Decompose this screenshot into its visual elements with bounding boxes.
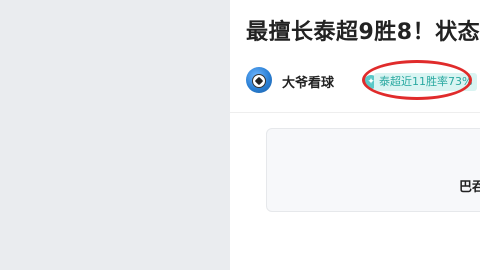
left-empty-pane bbox=[0, 0, 230, 270]
win-rate-tag[interactable]: 泰超近11胜率73% bbox=[374, 73, 478, 91]
content-card[interactable]: 巴吞 bbox=[266, 128, 480, 212]
article-panel: 最擅长泰超9胜8！状态 大爷看球 ✦ 泰超近11胜率73% 巴吞 bbox=[230, 0, 480, 270]
author-name[interactable]: 大爷看球 bbox=[282, 72, 334, 91]
author-avatar[interactable] bbox=[246, 67, 272, 93]
author-row: 大爷看球 ✦ 泰超近11胜率73% bbox=[246, 66, 480, 96]
soccer-ball-icon bbox=[252, 74, 266, 88]
article-title: 最擅长泰超9胜8！状态 bbox=[246, 20, 480, 45]
card-team-text: 巴吞 bbox=[459, 180, 480, 195]
divider bbox=[230, 112, 480, 113]
